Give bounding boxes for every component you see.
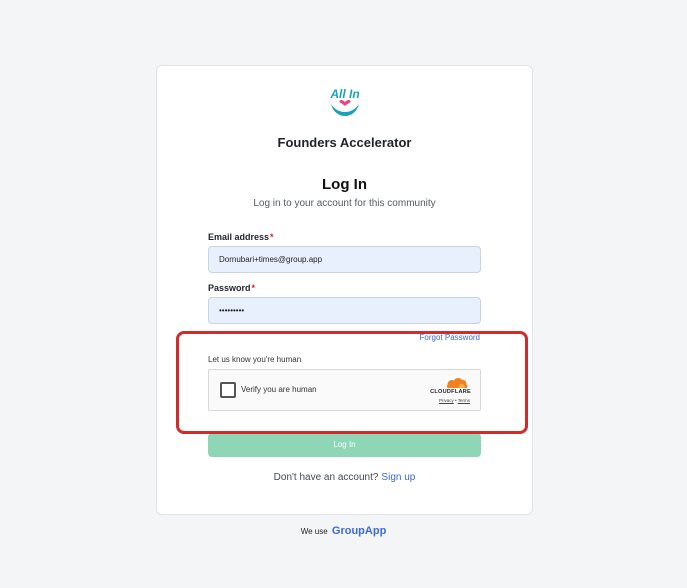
- login-title: Log In: [322, 176, 367, 193]
- login-subtitle: Log in to your account for this communit…: [253, 198, 436, 209]
- footer: We use GroupApp: [0, 525, 687, 537]
- login-card: All In Founders Accelerator Log In Log i…: [156, 65, 533, 515]
- community-name: Founders Accelerator: [277, 135, 412, 150]
- required-marker: *: [270, 232, 274, 242]
- signup-link[interactable]: Sign up: [381, 472, 415, 483]
- required-marker: *: [251, 283, 256, 293]
- signup-prompt: Don't have an account? Sign up: [157, 472, 532, 483]
- captcha-highlight-box: [176, 331, 528, 434]
- password-label: Password*: [208, 283, 256, 293]
- password-field[interactable]: •••••••••: [208, 297, 481, 324]
- all-in-logo: All In: [329, 87, 360, 116]
- email-label: Email address*: [208, 232, 274, 242]
- groupapp-brand-link[interactable]: GroupApp: [332, 525, 386, 537]
- footer-prefix: We use: [300, 527, 328, 536]
- login-button[interactable]: Log In: [208, 433, 481, 457]
- svg-text:All In: All In: [329, 87, 359, 101]
- signup-prompt-text: Don't have an account?: [273, 472, 379, 483]
- email-field[interactable]: Dornubari+times@group.app: [208, 246, 481, 273]
